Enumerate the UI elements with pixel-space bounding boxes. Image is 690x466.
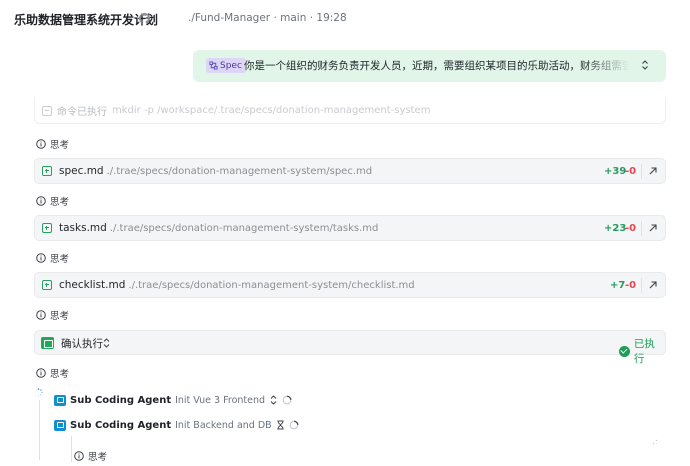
check-circle-icon [619,345,630,357]
spec-tag: Spec [206,58,246,73]
info-icon [36,368,46,378]
lines-added: +23 [604,223,627,234]
thinking-label: 思考 [50,311,70,322]
file-added-icon [42,223,52,233]
open-file-icon[interactable] [647,222,659,234]
info-icon [74,451,84,461]
thinking-toggle[interactable]: 思考 [36,308,69,322]
thinking-label: 思考 [50,254,70,265]
confirm-execute-row[interactable]: 确认执行 已执行 [34,330,666,365]
spec-tag-label: Spec [220,60,242,71]
info-icon [36,196,46,206]
thinking-toggle[interactable]: 思考 [36,194,69,208]
github-icon[interactable] [139,13,150,24]
info-icon [36,139,46,149]
info-icon [36,253,46,263]
divider [641,164,642,179]
spec-icon [209,61,218,70]
executed-status-label: 已执行 [633,338,655,365]
command-executed-row[interactable]: 命令已执行 mkdir -p /workspace/.trae/specs/do… [34,98,666,124]
chevron-updown-icon[interactable] [269,395,278,405]
file-name: spec.md [59,165,104,177]
open-file-icon[interactable] [647,165,659,177]
command-text: mkdir -p /workspace/.trae/specs/donation… [112,105,431,116]
lines-added: +7 [610,280,626,291]
file-change-card[interactable]: checklist.md ./.trae/specs/donation-manag… [34,272,666,298]
hourglass-icon [277,420,284,430]
file-path: ./.trae/specs/donation-management-system… [106,166,373,177]
open-file-icon[interactable] [647,279,659,291]
thinking-toggle[interactable]: 思考 [74,449,107,463]
command-status-label: 命令已执行 [57,107,107,118]
loading-dots-icon [652,439,658,445]
thinking-toggle[interactable]: 思考 [36,366,69,380]
confirm-execute-label: 确认执行 [61,338,103,350]
thinking-label: 思考 [50,197,70,208]
file-path: ./.trae/specs/donation-management-system… [128,280,415,291]
file-path: ./.trae/specs/donation-management-system… [109,223,379,234]
thinking-toggle[interactable]: 思考 [36,251,69,265]
executed-status: 已执行 [619,336,665,366]
lines-removed: -0 [625,166,637,177]
header-bar: 乐助数据管理系统开发计划 ./Fund-Manager · main · 19:… [0,0,690,40]
info-icon [36,310,46,320]
terminal-icon [41,337,54,349]
project-title: 乐助数据管理系统开发计划 [14,13,159,27]
chevron-updown-icon[interactable] [103,338,110,348]
lines-added: +39 [604,166,627,177]
tree-connector [71,436,72,462]
spec-message-bubble[interactable]: Spec 你是一个组织的财务负责开发人员，近期，需要组织某项目的乐助活动，财务组… [193,50,666,82]
divider [641,278,642,293]
spec-message-text: 你是一个组织的财务负责开发人员，近期，需要组织某项目的乐助活动，财务组需要记录 [244,60,629,72]
thinking-label: 思考 [50,140,70,151]
agent-icon [54,394,66,406]
expand-collapse-icon[interactable] [640,58,650,72]
file-added-icon [42,166,52,176]
lines-removed: -0 [625,223,637,234]
repo-branch-time: ./Fund-Manager · main · 19:28 [188,12,347,24]
sub-agent-row[interactable]: Sub Coding Agent Init Vue 3 Frontend [54,392,292,408]
file-change-card[interactable]: tasks.md ./.trae/specs/donation-managemen… [34,215,666,241]
file-name: checklist.md [59,279,126,291]
divider [641,221,642,236]
tree-connector [39,400,40,460]
agent-name: Sub Coding Agent [70,394,172,406]
agent-task: Init Backend and DB [175,419,272,431]
terminal-icon [42,105,52,116]
loading-ring-icon [289,420,299,430]
loading-spinner-icon [34,388,43,397]
agent-name: Sub Coding Agent [70,419,172,431]
thinking-label: 思考 [50,369,70,380]
thinking-toggle[interactable]: 思考 [36,137,69,151]
lines-removed: -0 [625,280,637,291]
file-change-card[interactable]: spec.md ./.trae/specs/donation-management… [34,158,666,184]
agent-task: Init Vue 3 Frontend [175,394,266,406]
file-name: tasks.md [59,222,107,234]
sub-agent-row[interactable]: Sub Coding Agent Init Backend and DB [54,417,299,433]
loading-ring-icon [282,395,292,405]
file-added-icon [42,280,52,290]
thinking-label: 思考 [88,452,108,463]
agent-icon [54,419,66,431]
